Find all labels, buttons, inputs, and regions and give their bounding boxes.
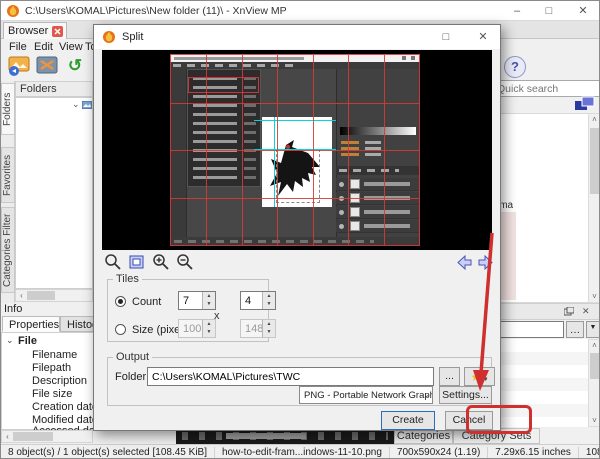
browser-vscrollbar[interactable]: ˄ ˅ (588, 113, 600, 303)
categories-vscrollbar[interactable]: ˄ ˅ (588, 339, 600, 427)
dialog-maximize-button[interactable]: □ (432, 25, 460, 49)
spinner-arrows-icon[interactable]: ▲▼ (202, 292, 215, 309)
count-label: Count (132, 296, 161, 308)
status-inches: 7.29x6.15 inches (488, 447, 579, 459)
category-dropdown-button[interactable]: ▼ (586, 321, 600, 338)
status-bar: 8 object(s) / 1 object(s) selected [108.… (1, 444, 600, 459)
compare-windows-icon[interactable] (574, 96, 596, 112)
folder-label: Folder (115, 371, 146, 383)
window-title: C:\Users\KOMAL\Pictures\New folder (11)\… (25, 5, 287, 17)
tiles-legend: Tiles (113, 273, 142, 285)
tab-properties[interactable]: Properties (2, 316, 60, 332)
folder-thumbnail-icon (82, 101, 92, 109)
output-legend: Output (113, 351, 152, 363)
xnview-logo-icon (102, 30, 116, 44)
chevron-down-icon: ⌄ (423, 390, 430, 399)
sidebar-tab-categories-filter[interactable]: Categories Filter (1, 207, 15, 293)
sidebar-tab-folders[interactable]: Folders (1, 83, 15, 135)
split-dialog: Split □ ✕ (93, 24, 501, 431)
annotation-arrow (461, 227, 507, 397)
search-input[interactable] (493, 80, 600, 97)
folders-hscrollbar[interactable]: ‹ (15, 289, 93, 302)
create-button[interactable]: Create (381, 411, 435, 430)
scroll-thumb[interactable] (590, 128, 600, 194)
status-dimensions: 700x590x24 (1.19) (390, 447, 488, 459)
scroll-thumb[interactable] (13, 432, 53, 441)
xnview-window: C:\Users\KOMAL\Pictures\New folder (11)\… (0, 0, 600, 459)
scroll-down-icon[interactable]: ˅ (589, 416, 600, 426)
minimize-button[interactable]: – (501, 1, 533, 21)
fullscreen-icon[interactable] (34, 56, 60, 78)
scroll-down-icon[interactable]: ˅ (589, 292, 600, 302)
format-combobox[interactable]: PNG - Portable Network Graphics⌄ (299, 386, 433, 404)
float-panel-icon[interactable] (564, 307, 574, 316)
dialog-close-button[interactable]: ✕ (466, 25, 500, 49)
zoom-in-icon[interactable] (152, 253, 172, 271)
scroll-up-icon[interactable]: ˄ (589, 115, 600, 125)
spinner-arrows-icon[interactable]: ▲▼ (202, 320, 215, 337)
menu-edit[interactable]: Edit (34, 41, 53, 53)
close-button[interactable]: ✕ (565, 1, 600, 21)
info-hscrollbar[interactable]: ‹ (1, 430, 93, 443)
annotation-highlight-ring (466, 405, 532, 434)
tree-row[interactable]: Description (32, 375, 87, 387)
tree-group-file[interactable]: File (18, 335, 37, 347)
size-radio[interactable] (115, 324, 126, 335)
menu-file[interactable]: File (9, 41, 27, 53)
panel-filler (93, 430, 176, 444)
split-grid-overlay (170, 54, 420, 246)
tab-browser[interactable]: Browser (3, 22, 67, 39)
count-x-spinner[interactable]: 7▲▼ (178, 291, 216, 310)
scroll-thumb[interactable] (590, 353, 600, 379)
preview-image (170, 54, 420, 246)
scroll-left-icon[interactable]: ‹ (17, 291, 26, 301)
zoom-out-icon[interactable] (176, 253, 196, 271)
tree-row[interactable]: File size (32, 388, 72, 400)
chevron-down-icon[interactable]: ⌄ (6, 335, 14, 346)
folders-tree[interactable]: ⌄ (15, 97, 93, 289)
window-titlebar: C:\Users\KOMAL\Pictures\New folder (11)\… (1, 1, 600, 21)
sidebar-tab-favorites[interactable]: Favorites (1, 147, 15, 203)
status-filesize: 108.45 KiB (579, 447, 600, 459)
scroll-thumb[interactable] (27, 291, 55, 300)
count-y-spinner[interactable]: 4▲▼ (240, 291, 276, 310)
help-button[interactable]: ? (504, 56, 526, 78)
count-radio[interactable] (115, 296, 126, 307)
status-filename: how-to-edit-fram...indows-11-10.png (215, 447, 390, 459)
chevron-down-icon[interactable]: ⌄ (72, 99, 80, 110)
scroll-left-icon[interactable]: ‹ (3, 432, 12, 442)
xnview-logo-icon (6, 4, 20, 18)
folder-browse-button[interactable]: ... (439, 367, 460, 386)
zoom-fit-icon[interactable] (128, 253, 148, 271)
tree-row[interactable]: Filename (32, 349, 77, 361)
size-y-spinner[interactable]: 148▲▼ (240, 319, 276, 338)
filmstrip-slider[interactable] (226, 433, 306, 439)
category-browse-button[interactable]: … (566, 321, 584, 338)
browse-image-icon[interactable] (6, 56, 32, 78)
folders-panel-header: Folders (15, 81, 93, 97)
scroll-up-icon[interactable]: ˄ (589, 341, 600, 351)
rotate-ccw-icon[interactable]: ↺ (62, 56, 88, 78)
spinner-arrows-icon[interactable]: ▲▼ (262, 292, 275, 309)
size-x-spinner[interactable]: 100▲▼ (178, 319, 216, 338)
tree-row[interactable]: Filepath (32, 362, 71, 374)
dialog-titlebar: Split □ ✕ (94, 25, 500, 49)
dialog-title: Split (122, 31, 143, 43)
tab-close-icon[interactable] (52, 26, 63, 37)
status-objects: 8 object(s) / 1 object(s) selected [108.… (1, 447, 215, 459)
spinner-arrows-icon[interactable]: ▲▼ (262, 320, 275, 337)
folder-input[interactable] (147, 367, 434, 386)
maximize-button[interactable]: □ (533, 1, 565, 21)
close-panel-icon[interactable]: ✕ (582, 306, 590, 317)
menu-view[interactable]: View (59, 41, 83, 53)
zoom-original-icon[interactable] (104, 253, 124, 271)
